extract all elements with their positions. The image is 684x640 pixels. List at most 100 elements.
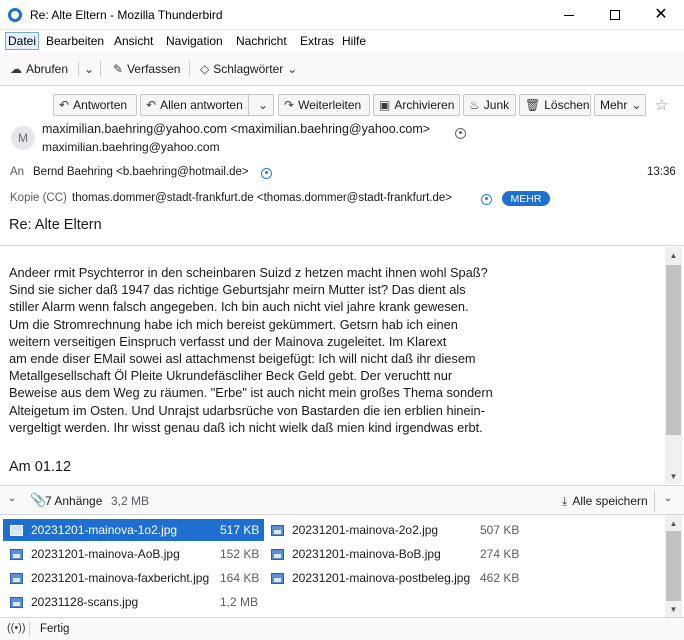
image-file-icon: [10, 596, 23, 608]
to-label: An: [10, 166, 25, 178]
image-file-icon: [271, 524, 284, 536]
cc-recipient[interactable]: thomas.dommer@stadt-frankfurt.de <thomas…: [72, 192, 452, 204]
minimize-icon: [564, 14, 574, 16]
reply-all-button[interactable]: ↶ Allen antworten ⌄: [140, 94, 274, 116]
image-file-icon: [10, 572, 23, 584]
archive-button[interactable]: ▣ Archivieren: [373, 94, 460, 116]
attachment-item[interactable]: 20231201-mainova-2o2.jpg 507 KB: [264, 519, 524, 541]
body-scrollbar[interactable]: ▲ ▼: [665, 247, 682, 484]
flame-icon: ♨: [469, 98, 480, 112]
menu-nachricht[interactable]: Nachricht: [236, 34, 287, 48]
reply-all-icon: ↶: [146, 98, 157, 112]
attachment-name: 20231201-mainova-1o2.jpg: [31, 523, 178, 537]
scroll-down-icon[interactable]: ▼: [665, 601, 682, 617]
scroll-up-icon[interactable]: ▲: [665, 247, 682, 263]
attachment-item[interactable]: 20231201-mainova-BoB.jpg 274 KB: [264, 543, 524, 565]
more-button[interactable]: Mehr ⌄: [594, 94, 646, 116]
main-toolbar: ☁ Abrufen ⌄ ✎ Verfassen ◇ Schlagwörter ⌄: [0, 52, 684, 86]
body-line: Andeer rmit Psychterror in den scheinbar…: [9, 265, 488, 280]
contact-icon[interactable]: [455, 128, 466, 139]
fetch-dropdown-button[interactable]: ⌄: [84, 59, 94, 79]
archive-label: Archivieren: [394, 98, 455, 112]
title-bar: Re: Alte Eltern - Mozilla Thunderbird ✕: [0, 0, 684, 30]
chevron-down-icon[interactable]: ⌄: [664, 493, 672, 504]
fetch-button[interactable]: ☁ Abrufen: [10, 59, 68, 79]
junk-label: Junk: [483, 98, 510, 112]
minimize-button[interactable]: [546, 0, 592, 30]
reply-all-label: Allen antworten: [160, 98, 243, 112]
online-status-icon[interactable]: ((•)): [7, 622, 26, 634]
chevron-down-icon: ⌄: [631, 98, 642, 112]
body-line: weitern verseitigen Einspruch verfasst u…: [9, 333, 447, 349]
delete-button[interactable]: 🗑 Löschen: [519, 94, 591, 116]
body-line: Alteigetum im Osten. Und Unrajst udarbsr…: [9, 402, 485, 418]
attachment-scrollbar[interactable]: ▲ ▼: [665, 515, 682, 617]
body-date-line: Am 01.12: [9, 459, 72, 475]
reply-icon: ↶: [59, 98, 70, 112]
body-line: Metallgesellschaft Öl Pleite Ukrundefäsc…: [9, 368, 453, 384]
attachment-name: 20231201-mainova-AoB.jpg: [31, 547, 180, 561]
status-separator: [29, 622, 30, 637]
compose-button[interactable]: ✎ Verfassen: [113, 59, 180, 79]
image-file-icon: [10, 524, 23, 536]
to-recipient[interactable]: Bernd Baehring <b.baehring@hotmail.de>: [33, 166, 249, 178]
chevron-down-icon[interactable]: ⌄: [253, 99, 273, 111]
reply-button[interactable]: ↶ Antworten: [53, 94, 137, 116]
body-line: vergeltigt werden. Ihr wisst genau daß i…: [9, 419, 483, 435]
contact-icon[interactable]: [261, 168, 272, 179]
cloud-download-icon: ☁: [10, 62, 22, 76]
thunderbird-logo-icon: [8, 8, 22, 22]
body-line: am ende diser EMail sowei asl attachmens…: [9, 350, 476, 366]
toolbar-separator: [78, 61, 79, 77]
attachment-size: 274 KB: [480, 547, 520, 561]
paperclip-icon: 📎: [30, 492, 47, 507]
attachment-item[interactable]: 20231128-scans.jpg 1,2 MB: [3, 591, 264, 613]
attachment-name: 20231128-scans.jpg: [31, 595, 139, 609]
toolbar-separator: [189, 61, 190, 77]
more-label: Mehr: [600, 98, 628, 112]
download-icon: ⤓: [562, 494, 568, 508]
menu-datei[interactable]: Datei: [5, 32, 40, 50]
menu-navigation[interactable]: Navigation: [166, 34, 223, 48]
attachment-item[interactable]: 20231201-mainova-faxbericht.jpg 164 KB: [3, 567, 264, 589]
scroll-down-icon[interactable]: ▼: [665, 468, 682, 484]
body-line: Beweise aus dem Weg zu räumen. "Erbe" is…: [9, 385, 493, 401]
chevron-down-icon: ⌄: [84, 62, 95, 76]
maximize-button[interactable]: [592, 0, 638, 30]
star-icon[interactable]: ☆: [655, 96, 668, 114]
close-button[interactable]: ✕: [638, 0, 684, 30]
more-recipients-button[interactable]: MEHR: [502, 191, 550, 206]
save-all-button[interactable]: ⤓ Alle speichern: [562, 490, 655, 512]
attachment-bar: ⌄ 📎 7 Anhänge 3,2 MB ⤓ Alle speichern ⌄: [0, 485, 684, 515]
from-address-sub: maximilian.baehring@yahoo.com: [42, 140, 220, 154]
attachment-item[interactable]: 20231201-mainova-1o2.jpg 517 KB: [3, 519, 264, 541]
menu-extras[interactable]: Extras: [300, 34, 334, 48]
scroll-thumb[interactable]: [666, 265, 681, 435]
menu-bearbeiten[interactable]: Bearbeiten: [46, 34, 104, 48]
attachment-size: 1,2 MB: [220, 595, 259, 609]
attachment-item[interactable]: 20231201-mainova-AoB.jpg 152 KB: [3, 543, 264, 565]
delete-label: Löschen: [544, 98, 590, 112]
message-body: Andeer rmit Psychterror in den scheinbar…: [0, 247, 684, 484]
menu-ansicht[interactable]: Ansicht: [114, 34, 153, 48]
tags-button[interactable]: ◇ Schlagwörter ⌄: [200, 59, 297, 79]
contact-icon[interactable]: [481, 194, 492, 205]
attachment-name: 20231201-mainova-postbeleg.jpg: [292, 571, 471, 585]
attachment-item[interactable]: 20231201-mainova-postbeleg.jpg 462 KB: [264, 567, 524, 589]
image-file-icon: [10, 548, 23, 560]
message-subject: Re: Alte Eltern: [9, 217, 102, 233]
attachment-size: 507 KB: [480, 523, 520, 537]
menu-hilfe[interactable]: Hilfe: [342, 34, 366, 48]
avatar-letter: M: [18, 131, 28, 145]
chevron-down-icon[interactable]: ⌄: [8, 493, 16, 504]
scroll-up-icon[interactable]: ▲: [665, 515, 682, 531]
body-line: Sind sie sicher daß 1947 das richtige Ge…: [9, 282, 466, 298]
window-title: Re: Alte Eltern - Mozilla Thunderbird: [30, 8, 223, 22]
attachment-count[interactable]: 7 Anhänge: [45, 494, 102, 508]
trash-icon: 🗑: [525, 98, 541, 112]
attachment-list: 20231201-mainova-1o2.jpg 517 KB 20231201…: [0, 515, 684, 617]
junk-button[interactable]: ♨ Junk: [463, 94, 516, 116]
forward-button[interactable]: ↷ Weiterleiten: [278, 94, 370, 116]
from-address[interactable]: maximilian.baehring@yahoo.com <maximilia…: [42, 122, 430, 136]
scroll-thumb[interactable]: [666, 531, 681, 601]
